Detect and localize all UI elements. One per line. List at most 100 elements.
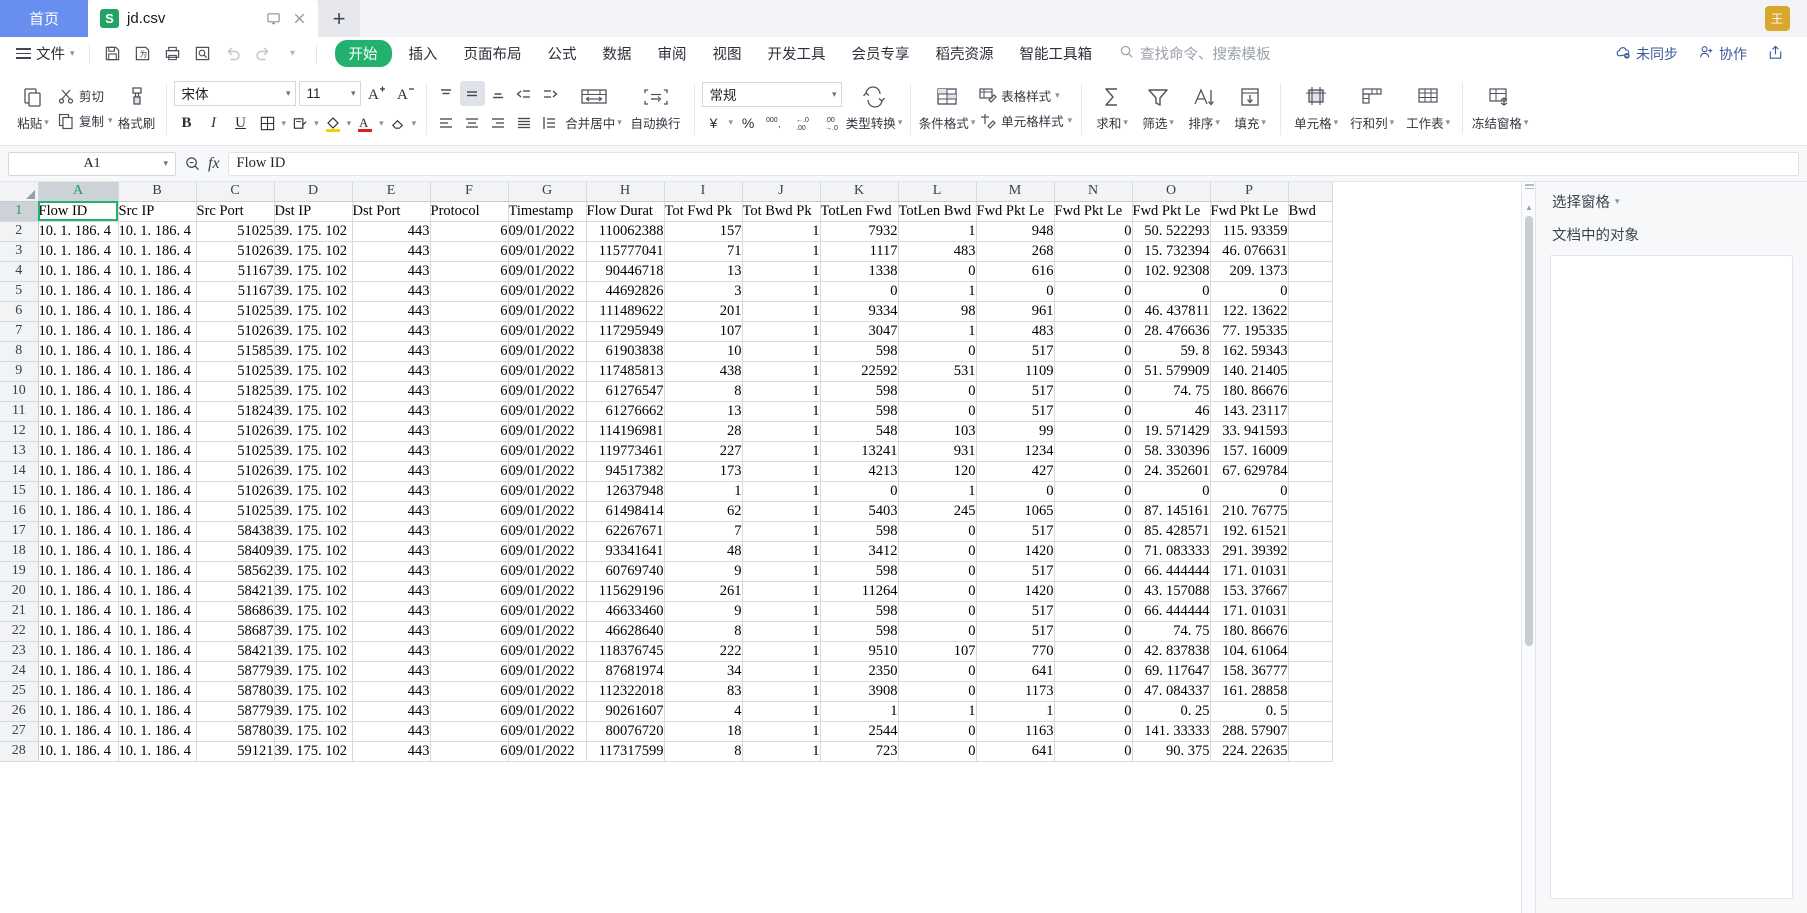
cell-X5[interactable] [1288,281,1333,302]
cell-F10[interactable]: 6 [430,381,509,402]
cell-N24[interactable]: 0 [1054,661,1133,682]
cell-D6[interactable]: 39. 175. 102 [274,301,353,322]
chevron-down-icon[interactable]: ▾ [412,118,417,129]
cell-F19[interactable]: 6 [430,561,509,582]
cell-H7[interactable]: 117295949 [586,321,665,342]
cell-B25[interactable]: 10. 1. 186. 4 [118,681,197,702]
cell-G4[interactable]: 09/01/2022 [508,261,587,282]
cell-H11[interactable]: 61276662 [586,401,665,422]
cell-M4[interactable]: 616 [976,261,1055,282]
cell-I20[interactable]: 261 [664,581,743,602]
decrease-font-size-button[interactable]: A [393,80,419,106]
cell-F16[interactable]: 6 [430,501,509,522]
number-format-select[interactable]: 常规 ▾ [701,81,842,107]
cell-O21[interactable]: 66. 444444 [1132,601,1211,622]
cell-E6[interactable]: 443 [352,301,431,322]
cell-F28[interactable]: 6 [430,741,509,762]
cell-A26[interactable]: 10. 1. 186. 4 [38,701,119,722]
row-header-12[interactable]: 12 [0,421,39,442]
cell-G5[interactable]: 09/01/2022 [508,281,587,302]
cell-D3[interactable]: 39. 175. 102 [274,241,353,262]
cell-K7[interactable]: 3047 [820,321,899,342]
cell-D4[interactable]: 39. 175. 102 [274,261,353,282]
cell-D11[interactable]: 39. 175. 102 [274,401,353,422]
cell-F8[interactable]: 6 [430,341,509,362]
align-bottom-button[interactable] [486,81,511,106]
tab-smart-toolbox[interactable]: 智能工具箱 [1007,40,1106,67]
cell-K12[interactable]: 548 [820,421,899,442]
format-painter-button[interactable]: 格式刷 [115,75,159,141]
cell-F21[interactable]: 6 [430,601,509,622]
cell-O3[interactable]: 15. 732394 [1132,241,1211,262]
cell-I10[interactable]: 8 [664,381,743,402]
row-header-7[interactable]: 7 [0,321,39,342]
clear-format-button[interactable] [385,110,411,136]
column-header-L[interactable]: L [898,182,977,202]
cell-F26[interactable]: 6 [430,701,509,722]
cell-M20[interactable]: 1420 [976,581,1055,602]
cell-X19[interactable] [1288,561,1333,582]
cell-P9[interactable]: 140. 21405 [1210,361,1289,382]
cell-L8[interactable]: 0 [898,341,977,362]
underline-button[interactable]: U [228,110,254,136]
cell-C7[interactable]: 51026 [196,321,275,342]
cell-C22[interactable]: 58687 [196,621,275,642]
cell-F15[interactable]: 6 [430,481,509,502]
cell-C20[interactable]: 58421 [196,581,275,602]
chevron-down-icon[interactable]: ▾ [729,117,734,128]
cell-E7[interactable]: 443 [352,321,431,342]
new-tab-button[interactable]: + [318,0,360,37]
cell-F11[interactable]: 6 [430,401,509,422]
fill-button[interactable]: 填充 ▾ [1227,75,1273,141]
cell-O1[interactable]: Fwd Pkt Le [1132,201,1211,222]
conditional-format-button[interactable]: 条件格式 ▾ [918,75,976,141]
cell-J18[interactable]: 1 [742,541,821,562]
cell-A23[interactable]: 10. 1. 186. 4 [38,641,119,662]
cell-N9[interactable]: 0 [1054,361,1133,382]
row-header-25[interactable]: 25 [0,681,39,702]
font-size-select[interactable]: 11 ▾ [298,80,361,106]
cell-G11[interactable]: 09/01/2022 [508,401,587,422]
cell-G21[interactable]: 09/01/2022 [508,601,587,622]
cell-I22[interactable]: 8 [664,621,743,642]
row-header-8[interactable]: 8 [0,341,39,362]
column-header-C[interactable]: C [196,182,275,202]
cell-D17[interactable]: 39. 175. 102 [274,521,353,542]
cell-B20[interactable]: 10. 1. 186. 4 [118,581,197,602]
column-header-J[interactable]: J [742,182,821,202]
cell-N28[interactable]: 0 [1054,741,1133,762]
cell-I13[interactable]: 227 [664,441,743,462]
chevron-down-icon[interactable]: ▾ [1615,196,1620,207]
cell-K22[interactable]: 598 [820,621,899,642]
cell-style-button[interactable]: 单元格样式 ▾ [976,109,1074,132]
cell-N23[interactable]: 0 [1054,641,1133,662]
cell-H8[interactable]: 61903838 [586,341,665,362]
cell-C4[interactable]: 51167 [196,261,275,282]
cell-G3[interactable]: 09/01/2022 [508,241,587,262]
cell-C9[interactable]: 51025 [196,361,275,382]
cell-B14[interactable]: 10. 1. 186. 4 [118,461,197,482]
cell-K26[interactable]: 1 [820,701,899,722]
column-header-A[interactable]: A [38,182,119,202]
row-header-14[interactable]: 14 [0,461,39,482]
cell-X6[interactable] [1288,301,1333,322]
cell-E25[interactable]: 443 [352,681,431,702]
cell-E16[interactable]: 443 [352,501,431,522]
cell-C23[interactable]: 58421 [196,641,275,662]
cell-B11[interactable]: 10. 1. 186. 4 [118,401,197,422]
cell-X7[interactable] [1288,321,1333,342]
cell-F14[interactable]: 6 [430,461,509,482]
distribute-button[interactable] [538,110,563,135]
cell-E9[interactable]: 443 [352,361,431,382]
cell-K27[interactable]: 2544 [820,721,899,742]
column-header-N[interactable]: N [1054,182,1133,202]
cell-button[interactable]: 单元格 ▾ [1288,75,1344,141]
row-header-24[interactable]: 24 [0,661,39,682]
table-style-button[interactable]: 表格样式 ▾ [976,84,1074,107]
cell-K20[interactable]: 11264 [820,581,899,602]
cell-A21[interactable]: 10. 1. 186. 4 [38,601,119,622]
cell-D5[interactable]: 39. 175. 102 [274,281,353,302]
row-header-15[interactable]: 15 [0,481,39,502]
cell-B8[interactable]: 10. 1. 186. 4 [118,341,197,362]
column-header-E[interactable]: E [352,182,431,202]
